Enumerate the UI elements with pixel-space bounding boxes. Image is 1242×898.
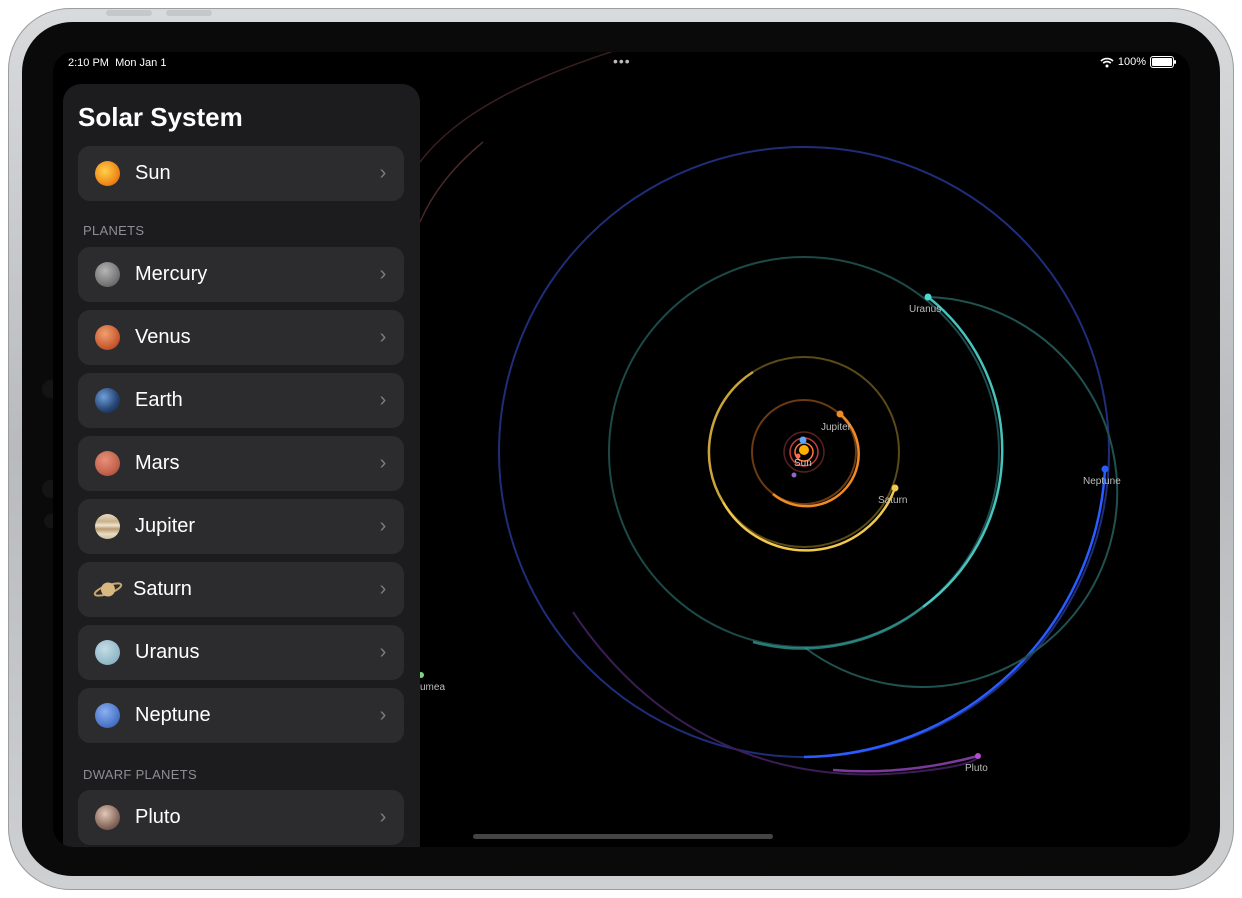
sidebar-item-label: Neptune [135, 704, 211, 726]
top-button [106, 10, 152, 16]
sidebar-item-sun[interactable]: Sun › [78, 146, 404, 201]
uranus-icon [95, 640, 120, 665]
chevron-right-icon: › [379, 263, 387, 285]
battery-percent: 100% [1117, 56, 1146, 68]
mercury-icon [95, 262, 120, 287]
jupiter-dot[interactable] [836, 410, 844, 418]
home-indicator[interactable] [473, 834, 773, 839]
chevron-right-icon: › [379, 704, 387, 726]
status-right: 100% [1100, 56, 1176, 68]
sun-icon [95, 161, 120, 186]
jupiter-label: Jupiter [821, 422, 852, 433]
chevron-right-icon: › [379, 515, 387, 537]
mars-icon [95, 451, 120, 476]
multitasking-dots-icon[interactable]: ••• [613, 53, 631, 69]
neptune-label: Neptune [1083, 476, 1121, 487]
uranus-trail [752, 606, 924, 650]
sidebar-item-label: Pluto [135, 806, 181, 828]
neptune-trail [803, 468, 1107, 759]
chevron-right-icon: › [379, 326, 387, 348]
top-button [166, 10, 212, 16]
sidebar-item-earth[interactable]: Earth › [78, 373, 404, 428]
pluto-trail [832, 754, 979, 773]
pluto-label: Pluto [965, 763, 988, 774]
uranus-label: Uranus [909, 304, 941, 315]
venus-icon [95, 325, 120, 350]
neptune-dot[interactable] [1101, 465, 1109, 473]
wifi-icon [1100, 57, 1114, 67]
planets-section-header: PLANETS [83, 223, 145, 238]
sidebar-item-mercury[interactable]: Mercury › [78, 247, 404, 302]
sidebar-item-label: Sun [135, 162, 171, 184]
chevron-right-icon: › [379, 578, 387, 600]
chevron-right-icon: › [379, 389, 387, 411]
sidebar-item-label: Saturn [133, 578, 192, 600]
saturn-dot[interactable] [891, 484, 899, 492]
sidebar-item-uranus[interactable]: Uranus › [78, 625, 404, 680]
sidebar-item-label: Venus [135, 326, 191, 348]
sidebar-title: Solar System [78, 102, 243, 132]
haumea-label: umea [420, 682, 445, 693]
earth-dot[interactable] [799, 436, 807, 444]
inner-dot[interactable] [791, 472, 797, 478]
pluto-dot[interactable] [975, 753, 981, 759]
sidebar-item-label: Earth [135, 389, 183, 411]
sidebar-item-label: Uranus [135, 641, 200, 663]
sidebar-item-label: Jupiter [135, 515, 196, 537]
neptune-icon [95, 703, 120, 728]
battery-icon [1150, 56, 1176, 68]
earth-icon [95, 388, 120, 413]
saturn-trail [707, 370, 754, 503]
chevron-right-icon: › [379, 806, 387, 828]
sidebar: Solar System Sun › PLANETS Mercury › Ven… [63, 84, 420, 847]
dwarf-planets-section-header: DWARF PLANETS [83, 767, 197, 782]
status-bar: 2:10 PM Mon Jan 1 ••• 100% [53, 52, 1190, 74]
saturn-icon [93, 577, 123, 602]
sidebar-item-venus[interactable]: Venus › [78, 310, 404, 365]
date-text: Mon Jan 1 [115, 57, 167, 69]
sidebar-item-saturn[interactable]: Saturn › [78, 562, 404, 617]
sun-label: Sun [794, 458, 812, 469]
uranus-trail [922, 296, 1004, 609]
uranus-orbit-mid [803, 296, 1119, 688]
sidebar-item-jupiter[interactable]: Jupiter › [78, 499, 404, 554]
time-text: 2:10 PM [68, 57, 109, 69]
screen: Sun Jupiter Saturn Uranus Neptune Pluto … [53, 52, 1190, 847]
pluto-icon [95, 805, 120, 830]
sidebar-item-label: Mars [135, 452, 180, 474]
chevron-right-icon: › [379, 641, 387, 663]
sidebar-item-neptune[interactable]: Neptune › [78, 688, 404, 743]
saturn-trail [721, 487, 897, 552]
outer-orbit-arc [419, 141, 484, 223]
chevron-right-icon: › [379, 452, 387, 474]
sun-dot[interactable] [799, 445, 809, 455]
status-time: 2:10 PM Mon Jan 1 [68, 57, 166, 69]
sidebar-item-mars[interactable]: Mars › [78, 436, 404, 491]
sidebar-item-label: Mercury [135, 263, 208, 285]
saturn-label: Saturn [878, 495, 907, 506]
uranus-dot[interactable] [924, 293, 932, 301]
sidebar-item-pluto[interactable]: Pluto › [78, 790, 404, 845]
pluto-orbit [572, 611, 979, 776]
jupiter-icon [95, 514, 120, 539]
chevron-right-icon: › [379, 162, 387, 184]
